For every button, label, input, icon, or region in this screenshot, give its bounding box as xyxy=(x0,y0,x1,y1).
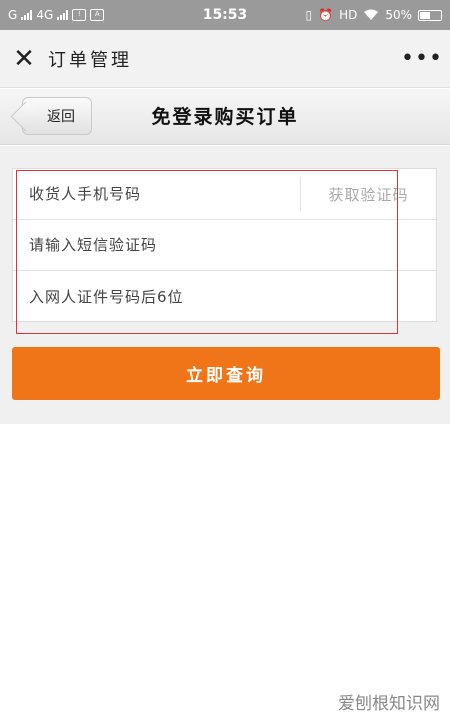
query-button[interactable]: 立即查询 xyxy=(12,347,440,400)
more-icon[interactable]: ••• xyxy=(394,30,450,88)
wifi-icon xyxy=(364,9,379,20)
page-title: 订单管理 xyxy=(48,49,132,71)
hd-label: HD xyxy=(339,8,358,22)
get-code-button[interactable]: 获取验证码 xyxy=(300,177,436,211)
vibrate-icon: ▯ xyxy=(305,8,313,22)
back-button-label: 返回 xyxy=(47,109,75,125)
network-g-label: G xyxy=(8,8,18,22)
main-content: 获取验证码 立即查询 xyxy=(0,146,450,424)
alarm-icon: ⏰ xyxy=(318,8,334,22)
title-bar: ✕ 订单管理 ••• xyxy=(0,30,450,88)
id-number-row xyxy=(13,271,436,322)
battery-percent: 50% xyxy=(385,8,412,22)
sms-code-input[interactable] xyxy=(29,236,289,254)
status-bar: G 4G ! A 15:53 ▯ ⏰ HD 50% xyxy=(0,0,450,30)
status-right: ▯ ⏰ HD 50% xyxy=(305,8,442,22)
id-number-input[interactable] xyxy=(29,287,289,306)
network-4g-label: 4G xyxy=(36,8,54,22)
battery-icon xyxy=(418,9,442,21)
sub-header: 返回 免登录购买订单 xyxy=(0,89,450,145)
query-form: 获取验证码 xyxy=(12,168,437,322)
signal-icon xyxy=(21,10,33,20)
sms-code-row xyxy=(13,220,436,271)
notification-icon: A xyxy=(90,9,105,21)
message-icon: ! xyxy=(72,9,87,21)
back-button[interactable]: 返回 xyxy=(22,97,92,135)
battery-level xyxy=(420,11,430,19)
phone-row: 获取验证码 xyxy=(13,169,436,220)
signal-icon-2 xyxy=(57,10,69,20)
phone-input[interactable] xyxy=(29,185,289,203)
status-left: G 4G ! A xyxy=(8,8,105,22)
watermark: 爱刨根知识网 xyxy=(338,694,440,714)
close-icon[interactable]: ✕ xyxy=(0,30,48,88)
